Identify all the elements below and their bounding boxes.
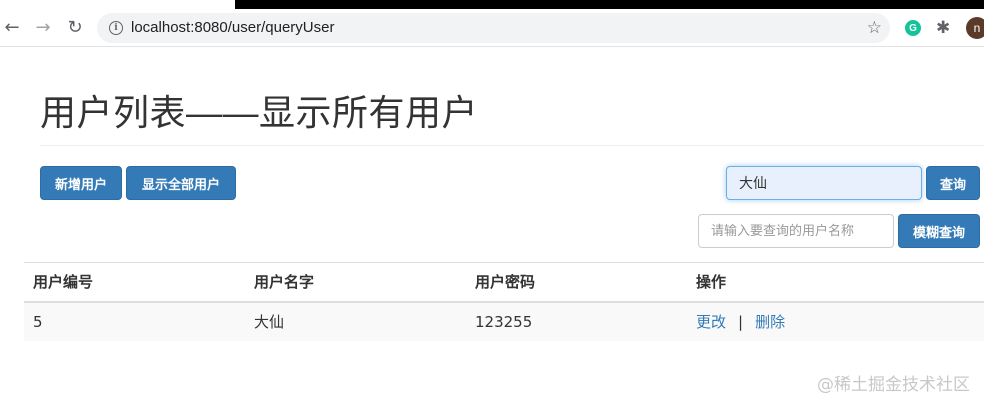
back-arrow-icon[interactable]: ← [1,17,23,39]
reload-icon[interactable]: ↻ [64,17,86,39]
window-title-bar [235,0,984,9]
user-table: 用户编号 用户名字 用户密码 操作 5 大仙 123255 更改 | 删除 [24,262,984,341]
browser-toolbar: ← → ↻ i localhost:8080/user/queryUser ☆ … [0,9,984,47]
header-actions: 操作 [696,273,727,292]
profile-avatar[interactable]: n [966,17,984,39]
bookmark-star-icon[interactable]: ☆ [867,18,882,38]
grammarly-extension-icon[interactable]: G [905,20,921,36]
query-input[interactable] [726,166,922,200]
cell-actions: 更改 | 删除 [687,302,984,341]
header-user-password: 用户密码 [475,273,536,292]
address-bar[interactable]: i localhost:8080/user/queryUser ☆ [97,13,890,43]
table-header-row: 用户编号 用户名字 用户密码 操作 [24,262,984,302]
cell-user-name: 大仙 [254,313,285,331]
info-icon[interactable]: i [109,21,123,35]
delete-user-link[interactable]: 删除 [755,313,785,331]
fuzzy-search-input[interactable] [698,214,894,248]
url-text[interactable]: localhost:8080/user/queryUser [131,19,334,36]
fuzzy-query-button[interactable]: 模糊查询 [898,214,980,248]
header-user-name: 用户名字 [254,273,315,292]
extensions-puzzle-icon[interactable]: ✱ [936,18,950,38]
title-divider [40,145,984,146]
edit-user-link[interactable]: 更改 [696,313,726,331]
window-top-strip [0,0,984,9]
query-button[interactable]: 查询 [926,166,980,200]
action-separator: | [738,313,744,331]
table-row: 5 大仙 123255 更改 | 删除 [24,301,984,341]
cell-user-id: 5 [33,312,43,331]
watermark: @稀土掘金技术社区 [817,375,970,395]
add-user-button[interactable]: 新增用户 [40,166,122,200]
header-user-id: 用户编号 [33,273,94,292]
page-title: 用户列表——显示所有用户 [40,92,479,133]
forward-arrow-icon[interactable]: → [32,17,54,39]
show-all-users-button[interactable]: 显示全部用户 [126,166,236,200]
cell-user-password: 123255 [475,312,533,331]
